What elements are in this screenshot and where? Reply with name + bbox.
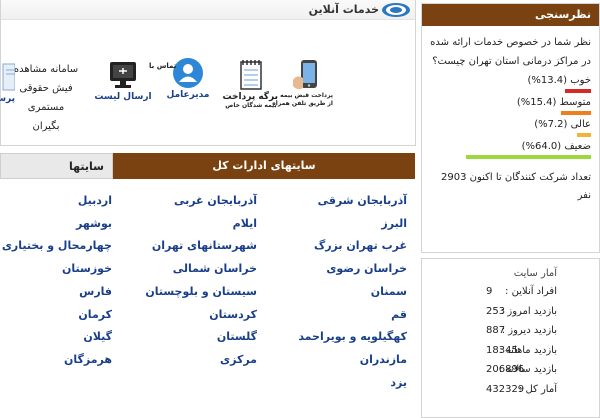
directorate-link[interactable]: خوزستان bbox=[2, 258, 112, 281]
directorate-link[interactable]: اردبیل bbox=[2, 190, 112, 213]
directorate-link[interactable]: گیلان bbox=[2, 326, 112, 349]
services-title: خدمات آنلاین bbox=[308, 3, 379, 16]
notepad-icon bbox=[240, 60, 262, 90]
service-mobile-payment[interactable]: پرداخت قبض بیمه از طریق تلفن همراه bbox=[272, 58, 333, 108]
mobile-phone-icon bbox=[293, 60, 317, 90]
directorate-link[interactable]: شهرستانهای تهران bbox=[145, 235, 257, 258]
poll-title: نظرسنجی bbox=[422, 4, 599, 26]
directorate-link[interactable]: یزد bbox=[298, 372, 407, 395]
tab-sites[interactable]: سایتها bbox=[0, 153, 113, 179]
directorate-link[interactable]: البرز bbox=[298, 213, 407, 236]
stat-row: آمار کل :432329 bbox=[486, 383, 557, 395]
directorate-link[interactable]: هرمزگان bbox=[2, 349, 112, 372]
stat-row: بازدید امروز :253 bbox=[486, 305, 557, 317]
poll-bar bbox=[561, 111, 591, 115]
directorate-link[interactable]: خراسان شمالی bbox=[145, 258, 257, 281]
directorate-link[interactable]: فارس bbox=[2, 281, 112, 304]
directorate-link[interactable]: خراسان رضوی bbox=[298, 258, 407, 281]
directorate-link[interactable]: کرمان bbox=[2, 304, 112, 327]
poll-participant-count: تعداد شرکت کنندگان تا اکنون 2903 نفر bbox=[440, 172, 591, 201]
service-contact-ceo[interactable]: تماس با مدیرعامل bbox=[149, 56, 219, 100]
poll-options: خوب (13.4%) متوسط (15.4%) عالی (7.2%) ضع… bbox=[422, 75, 599, 159]
poll-option[interactable]: عالی (7.2%) bbox=[422, 119, 599, 131]
directorate-link[interactable]: گلستان bbox=[145, 326, 257, 349]
poll-panel: نظرسنجی نظر شما در خصوص خدمات ارائه شده … bbox=[421, 3, 600, 253]
stat-row: بازدید سالانه :206896 bbox=[486, 364, 557, 375]
poll-option[interactable]: ضعیف (64.0%) bbox=[422, 141, 599, 153]
online-services-panel: خدمات آنلاین پرداخت قبض بیمه از طریق تلف… bbox=[0, 0, 416, 146]
service-payment-slip[interactable]: برگه پرداخت بیمه شدگان خاص bbox=[223, 58, 278, 110]
tab-general-directorates[interactable]: سایتهای ادارات کل bbox=[113, 153, 415, 179]
directorates-panel: سایتهای ادارات کل سایتها آذربایجان شرقی ا… bbox=[0, 153, 415, 418]
services-logo-icon bbox=[382, 3, 410, 17]
computer-monitor-icon bbox=[110, 62, 136, 88]
services-header: خدمات آنلاین bbox=[1, 0, 415, 20]
directorates-column-2: آذربایجان غربی ایلام شهرستانهای تهران خراسا… bbox=[145, 190, 257, 372]
directorate-link[interactable]: آذربایجان شرقی bbox=[298, 190, 407, 213]
directorates-column-3: اردبیل بوشهر چهارمحال و بختیاری خوزستان فارس… bbox=[2, 190, 112, 372]
stat-row: بازدید ماهانه :18345 bbox=[486, 344, 557, 356]
stat-row: افراد آنلاین :9 bbox=[486, 286, 557, 297]
directorate-link[interactable]: چهارمحال و بختیاری bbox=[2, 235, 112, 258]
service-partial[interactable]: پرس bbox=[0, 62, 15, 104]
directorate-link[interactable]: بوشهر bbox=[2, 213, 112, 236]
stat-row: بازدید دیروز :887 bbox=[486, 325, 557, 336]
directorates-tabbar: سایتهای ادارات کل سایتها bbox=[0, 153, 415, 179]
poll-question: نظر شما در خصوص خدمات ارائه شده در مراکز… bbox=[430, 37, 591, 67]
directorate-link[interactable]: سمنان bbox=[298, 281, 407, 304]
directorate-link[interactable]: آذربایجان غربی bbox=[145, 190, 257, 213]
directorate-link[interactable]: غرب تهران بزرگ bbox=[298, 235, 407, 258]
stats-title: آمار سایت bbox=[513, 268, 557, 279]
document-icon bbox=[2, 63, 15, 91]
site-stats-panel: آمار سایت افراد آنلاین :9 بازدید امروز :… bbox=[421, 258, 600, 418]
directorate-link[interactable]: مازندران bbox=[298, 349, 407, 372]
directorates-column-1: آذربایجان شرقی البرز غرب تهران بزرگ خراسان … bbox=[298, 190, 407, 394]
directorate-link[interactable]: قم bbox=[298, 304, 407, 327]
directorate-link[interactable]: کهگیلویه و بویراحمد bbox=[298, 326, 407, 349]
pension-payslip-link[interactable]: سامانه مشاهده فیش حقوقی مستمری بگیران bbox=[10, 60, 82, 136]
directorate-link[interactable]: ایلام bbox=[145, 213, 257, 236]
directorate-link[interactable]: مرکزی bbox=[145, 349, 257, 372]
poll-option[interactable]: خوب (13.4%) bbox=[422, 75, 599, 87]
poll-bar bbox=[577, 133, 591, 137]
poll-option[interactable]: متوسط (15.4%) bbox=[422, 97, 599, 109]
directorate-link[interactable]: کردستان bbox=[145, 304, 257, 327]
service-send-list[interactable]: ارسال لیست bbox=[93, 58, 153, 102]
directorate-link[interactable]: سیستان و بلوچستان bbox=[145, 281, 257, 304]
poll-bar bbox=[565, 89, 591, 93]
